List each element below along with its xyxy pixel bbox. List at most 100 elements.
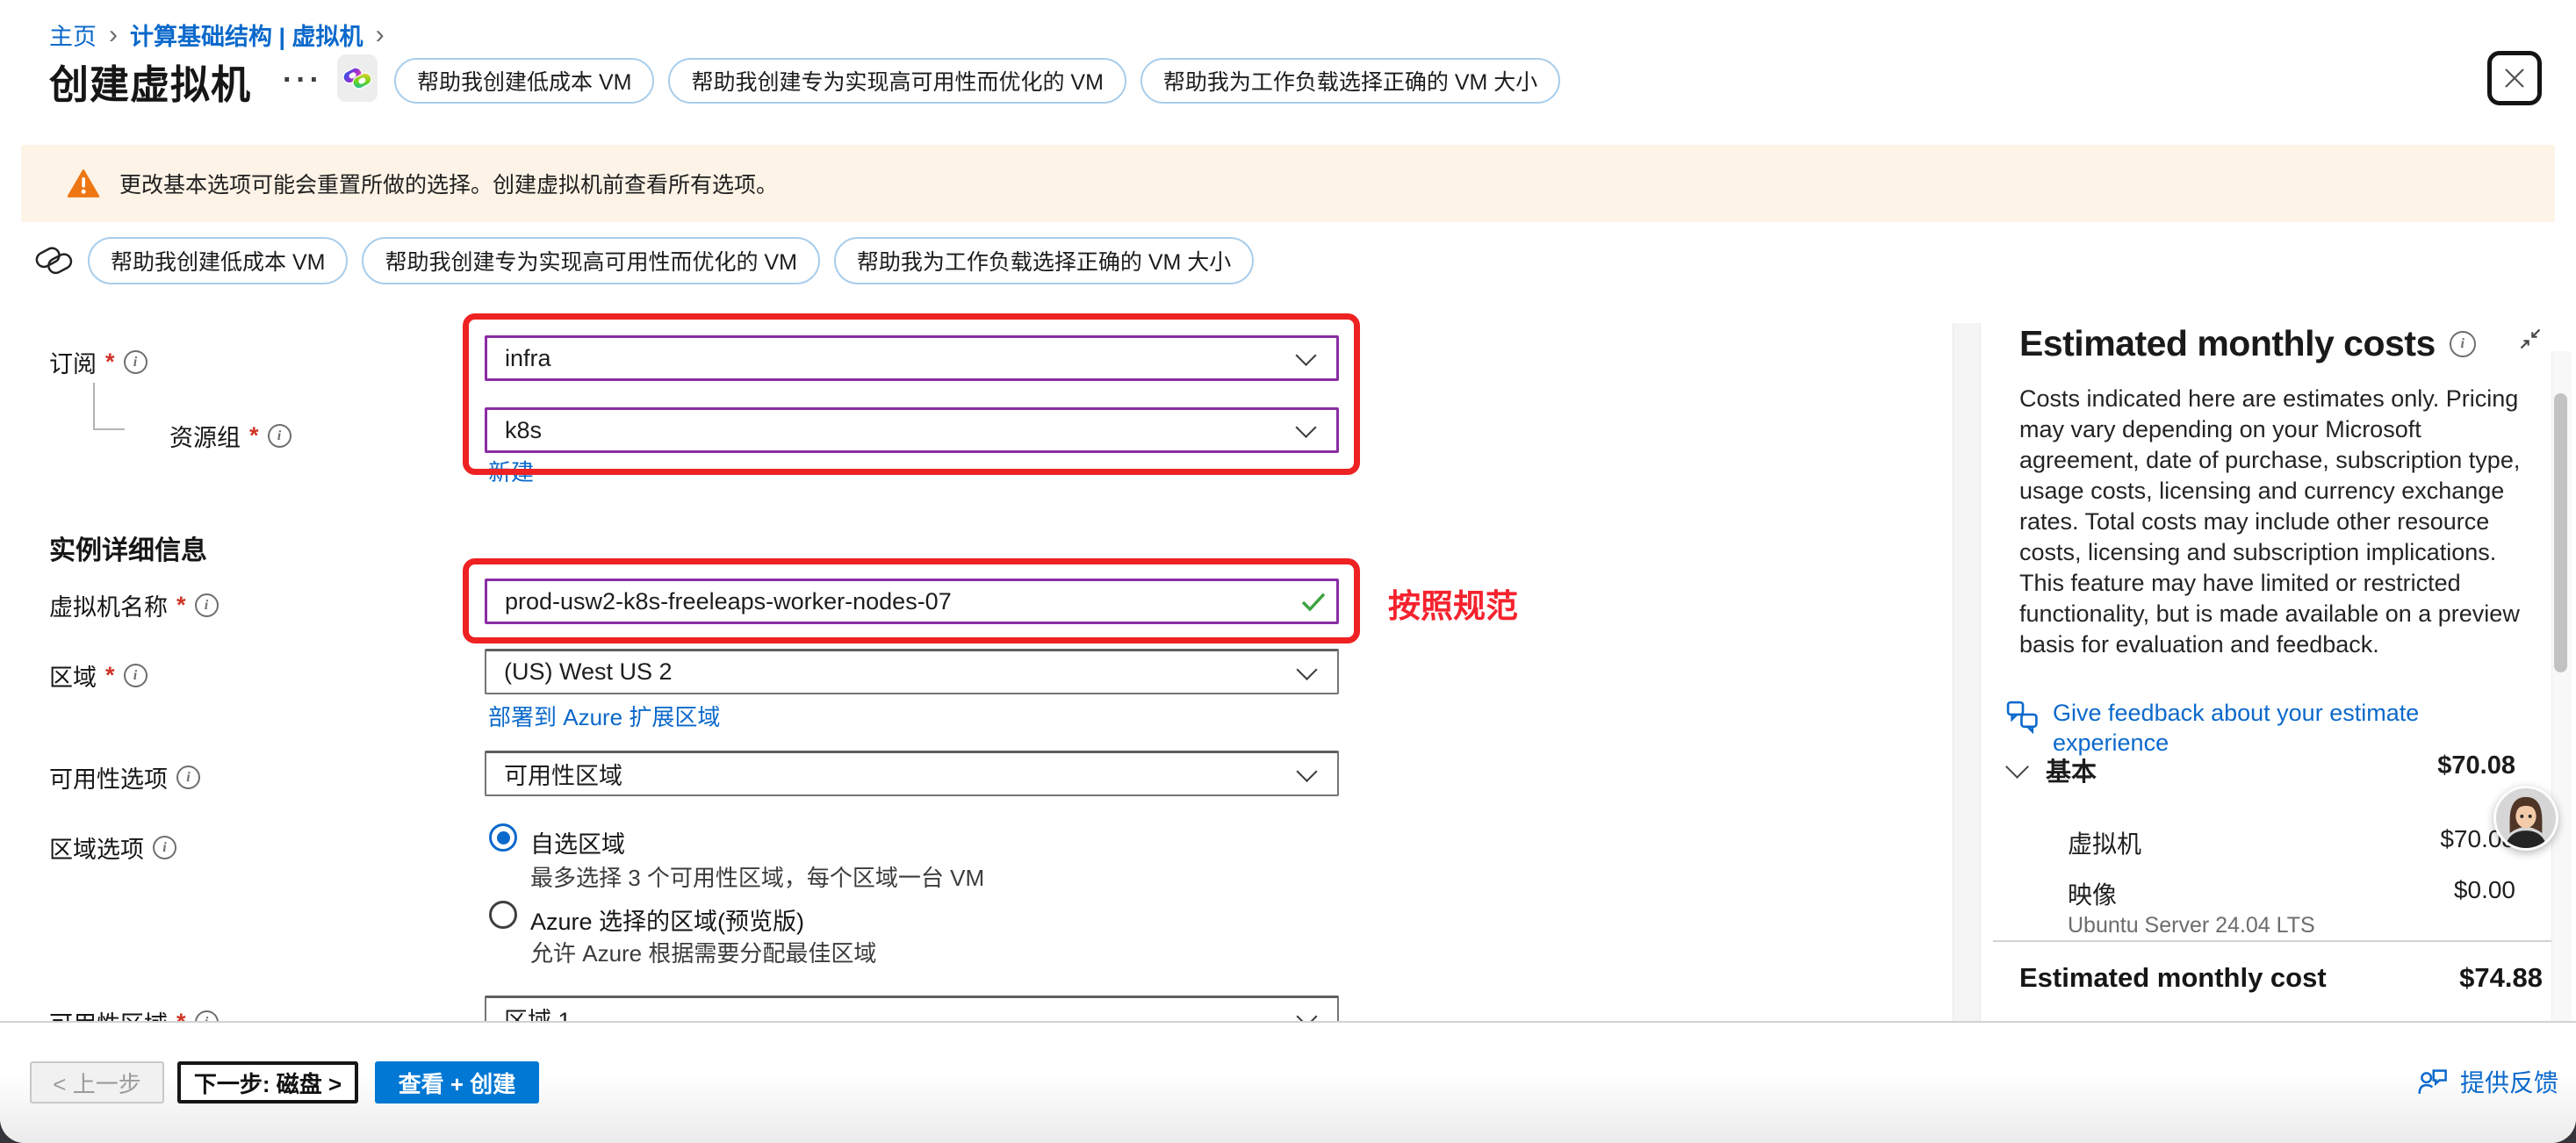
give-feedback-link[interactable]: 提供反馈 (2416, 1064, 2558, 1099)
close-icon (2501, 65, 2528, 91)
region-value: (US) West US 2 (504, 658, 673, 686)
valid-check-icon (1299, 590, 1328, 615)
feedback-person-icon (2416, 1066, 2450, 1097)
suggestion-right-vm-size-button[interactable]: 帮助我为工作负载选择正确的 VM 大小 (834, 237, 1254, 284)
info-icon[interactable] (124, 350, 148, 374)
info-icon[interactable] (124, 664, 148, 687)
self-selected-zones-radio[interactable] (489, 823, 517, 852)
estimate-feedback-link[interactable]: Give feedback about your estimate experi… (2005, 698, 2492, 758)
cost-panel-title: Estimated monthly costs (2019, 323, 2436, 364)
annotation-note: 按照规范 (1388, 579, 1518, 627)
chevron-down-icon (1296, 658, 1317, 679)
breadcrumb-chevron-icon: › (109, 23, 118, 47)
suggestion-high-availability-button[interactable]: 帮助我创建专为实现高可用性而优化的 VM (362, 237, 819, 284)
cost-group-label: 基本 (2046, 751, 2097, 788)
region-label-text: 区域 (49, 658, 97, 693)
info-icon[interactable] (268, 424, 291, 448)
review-create-button[interactable]: 查看 + 创建 (375, 1061, 539, 1103)
info-icon[interactable] (176, 766, 200, 789)
subscription-label: 订阅 * (49, 345, 148, 379)
warning-icon (67, 169, 100, 198)
cost-group-row[interactable]: 基本 $70.08 (2046, 751, 2515, 788)
more-options-button[interactable]: ··· (283, 63, 323, 97)
required-asterisk: * (176, 592, 186, 619)
deploy-edge-zone-link[interactable]: 部署到 Azure 扩展区域 (488, 700, 720, 732)
info-icon[interactable] (195, 593, 219, 617)
availability-options-label-text: 可用性选项 (49, 760, 168, 794)
warning-banner: 更改基本选项可能会重置所做的选择。创建虚拟机前查看所有选项。 (21, 145, 2555, 222)
copilot-outline-icon[interactable] (33, 241, 74, 281)
cost-item-label: 虚拟机 (2068, 825, 2141, 860)
azure-selected-zones-radio[interactable] (489, 901, 517, 929)
previous-button[interactable]: < 上一步 (30, 1061, 164, 1103)
content-panel-divider (1953, 323, 1981, 1021)
availability-options-value: 可用性区域 (504, 757, 622, 791)
zone-options-label-text: 区域选项 (49, 830, 144, 865)
cost-panel-header: Estimated monthly costs (2019, 323, 2476, 364)
cost-total-row: Estimated monthly cost $74.88 (2019, 962, 2543, 994)
give-feedback-link-text: 提供反馈 (2460, 1064, 2558, 1099)
close-blade-button[interactable] (2487, 51, 2542, 105)
chevron-down-icon (1295, 417, 1316, 438)
cost-item-row: 映像 $0.00 (2068, 876, 2515, 911)
suggestion-low-cost-vm-button[interactable]: 帮助我创建低成本 VM (88, 237, 348, 284)
vm-name-input[interactable] (485, 579, 1339, 624)
next-disks-button[interactable]: 下一步: 磁盘 > (177, 1061, 358, 1103)
resource-group-label: 资源组* (169, 419, 291, 453)
copilot-button[interactable] (337, 54, 378, 102)
copilot-suggestions-row-top: 帮助我创建低成本 VM 帮助我创建专为实现高可用性而优化的 VM 帮助我为工作负… (394, 58, 1560, 104)
cost-total-label: Estimated monthly cost (2019, 962, 2327, 994)
cost-total-value: $74.88 (2459, 962, 2543, 994)
assistant-avatar[interactable] (2493, 786, 2558, 851)
instance-details-heading: 实例详细信息 (49, 528, 207, 567)
azure-selected-zones-radio-label[interactable]: Azure 选择的区域(预览版) (530, 902, 804, 937)
required-asterisk: * (105, 349, 115, 376)
availability-options-dropdown[interactable]: 可用性区域 (485, 751, 1339, 796)
vm-name-label: 虚拟机名称 * (49, 588, 219, 622)
subscription-label-text: 订阅 (49, 345, 97, 379)
create-new-resource-group-link[interactable]: 新建 (488, 455, 534, 487)
create-vm-blade: 主页 › 计算基础结构 | 虚拟机 › 创建虚拟机 ··· 帮助我创建低成本 (0, 0, 2576, 1143)
warning-banner-text: 更改基本选项可能会重置所做的选择。创建虚拟机前查看所有选项。 (119, 168, 778, 199)
suggestion-right-vm-size-button[interactable]: 帮助我为工作负载选择正确的 VM 大小 (1140, 58, 1560, 104)
chevron-down-icon (1296, 760, 1317, 781)
info-icon[interactable] (153, 836, 176, 859)
copilot-icon (342, 62, 373, 94)
region-label: 区域 * (49, 658, 148, 693)
resource-group-label-text: 资源组 (169, 419, 241, 453)
required-asterisk: * (105, 662, 115, 689)
page-title: 创建虚拟机 (49, 53, 251, 110)
cost-panel-description: Costs indicated here are estimates only.… (2019, 384, 2536, 660)
subscription-dropdown[interactable]: infra (485, 335, 1339, 381)
suggestion-high-availability-button[interactable]: 帮助我创建专为实现高可用性而优化的 VM (668, 58, 1126, 104)
footer-bar: < 上一步 下一步: 磁盘 > 查看 + 创建 提供反馈 (0, 1021, 2576, 1143)
vm-name-label-text: 虚拟机名称 (49, 588, 168, 622)
estimate-feedback-link-text: Give feedback about your estimate experi… (2053, 698, 2492, 758)
breadcrumb-section-link[interactable]: 计算基础结构 | 虚拟机 (130, 18, 363, 52)
breadcrumb-home-link[interactable]: 主页 (49, 18, 97, 52)
cost-item-value: $0.00 (2454, 876, 2515, 911)
subscription-value: infra (505, 345, 551, 372)
availability-options-label: 可用性选项 (49, 760, 200, 794)
tree-connector-vertical (93, 383, 95, 430)
chevron-down-icon[interactable] (2005, 755, 2029, 779)
breadcrumb-chevron-icon: › (376, 23, 385, 47)
cost-panel-divider (1993, 940, 2555, 942)
copilot-suggestions-row: 帮助我创建低成本 VM 帮助我创建专为实现高可用性而优化的 VM 帮助我为工作负… (33, 237, 1254, 284)
breadcrumb: 主页 › 计算基础结构 | 虚拟机 › (49, 18, 385, 52)
info-icon[interactable] (2450, 331, 2476, 357)
cost-group-value: $70.08 (2437, 751, 2515, 788)
chevron-down-icon (1295, 345, 1316, 366)
self-selected-zones-description: 最多选择 3 个可用性区域，每个区域一台 VM (530, 860, 984, 893)
resource-group-value: k8s (505, 417, 542, 444)
self-selected-zones-radio-label[interactable]: 自选区域 (530, 825, 625, 859)
zone-options-label: 区域选项 (49, 830, 176, 865)
region-dropdown[interactable]: (US) West US 2 (485, 649, 1339, 694)
cost-item-row: 虚拟机 $70.08 (2068, 825, 2515, 860)
collapse-panel-icon[interactable] (2518, 327, 2543, 351)
resource-group-dropdown[interactable]: k8s (485, 407, 1339, 453)
azure-selected-zones-description: 允许 Azure 根据需要分配最佳区域 (530, 936, 876, 968)
feedback-bubbles-icon (2005, 698, 2040, 737)
suggestion-low-cost-vm-button[interactable]: 帮助我创建低成本 VM (394, 58, 654, 104)
scrollbar-thumb[interactable] (2554, 393, 2567, 672)
